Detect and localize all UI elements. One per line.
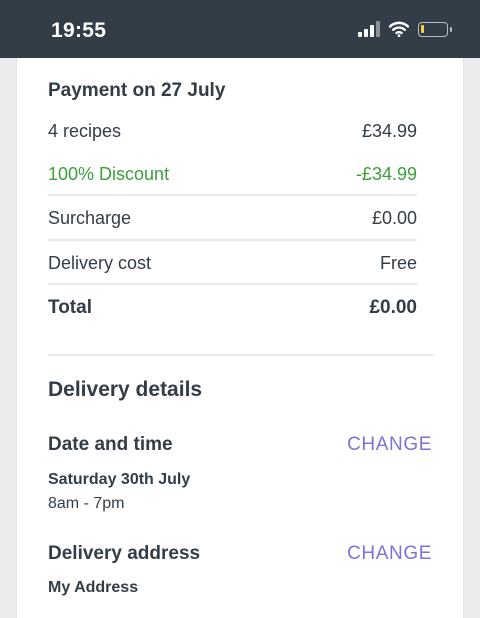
date-time-heading: Date and time xyxy=(48,434,173,455)
row-divider xyxy=(48,283,417,285)
delivery-details-title: Delivery details xyxy=(48,378,203,401)
wifi-icon xyxy=(389,21,409,37)
recipes-value: £34.99 xyxy=(361,121,417,141)
payment-title: Payment on 27 July xyxy=(48,80,226,101)
battery-level xyxy=(421,24,424,33)
discount-label: 100% Discount xyxy=(48,164,170,184)
row-divider xyxy=(48,239,417,241)
delivery-address-heading: Delivery address xyxy=(48,543,201,564)
address-name: My Address xyxy=(48,579,139,596)
change-date-time-button[interactable]: CHANGE xyxy=(347,434,432,456)
delivery-time-window: 8am - 7pm xyxy=(48,495,125,512)
change-address-button[interactable]: CHANGE xyxy=(347,543,432,565)
recipes-row: 4 recipes £34.99 xyxy=(48,121,417,142)
status-time: 19:55 xyxy=(51,19,107,42)
battery-icon xyxy=(418,21,452,37)
recipes-label: 4 recipes xyxy=(48,121,122,141)
signal-icon xyxy=(358,21,380,37)
total-label: Total xyxy=(48,297,92,318)
delivery-cost-row: Delivery cost Free xyxy=(48,253,417,274)
discount-row: 100% Discount -£34.99 xyxy=(48,164,417,185)
surcharge-value: £0.00 xyxy=(371,208,417,228)
delivery-cost-label: Delivery cost xyxy=(48,253,152,273)
discount-value: -£34.99 xyxy=(355,164,417,184)
order-summary-card: Payment on 27 July 4 recipes £34.99 100%… xyxy=(16,58,464,618)
delivery-cost-value: Free xyxy=(379,253,417,273)
total-row: Total £0.00 xyxy=(48,297,417,319)
section-divider xyxy=(48,354,434,356)
status-bar: 19:55 xyxy=(0,0,480,58)
status-icons xyxy=(358,21,452,37)
row-divider xyxy=(48,194,417,196)
total-value: £0.00 xyxy=(369,297,417,318)
surcharge-label: Surcharge xyxy=(48,208,132,228)
delivery-date: Saturday 30th July xyxy=(48,471,191,488)
surcharge-row: Surcharge £0.00 xyxy=(48,208,417,229)
